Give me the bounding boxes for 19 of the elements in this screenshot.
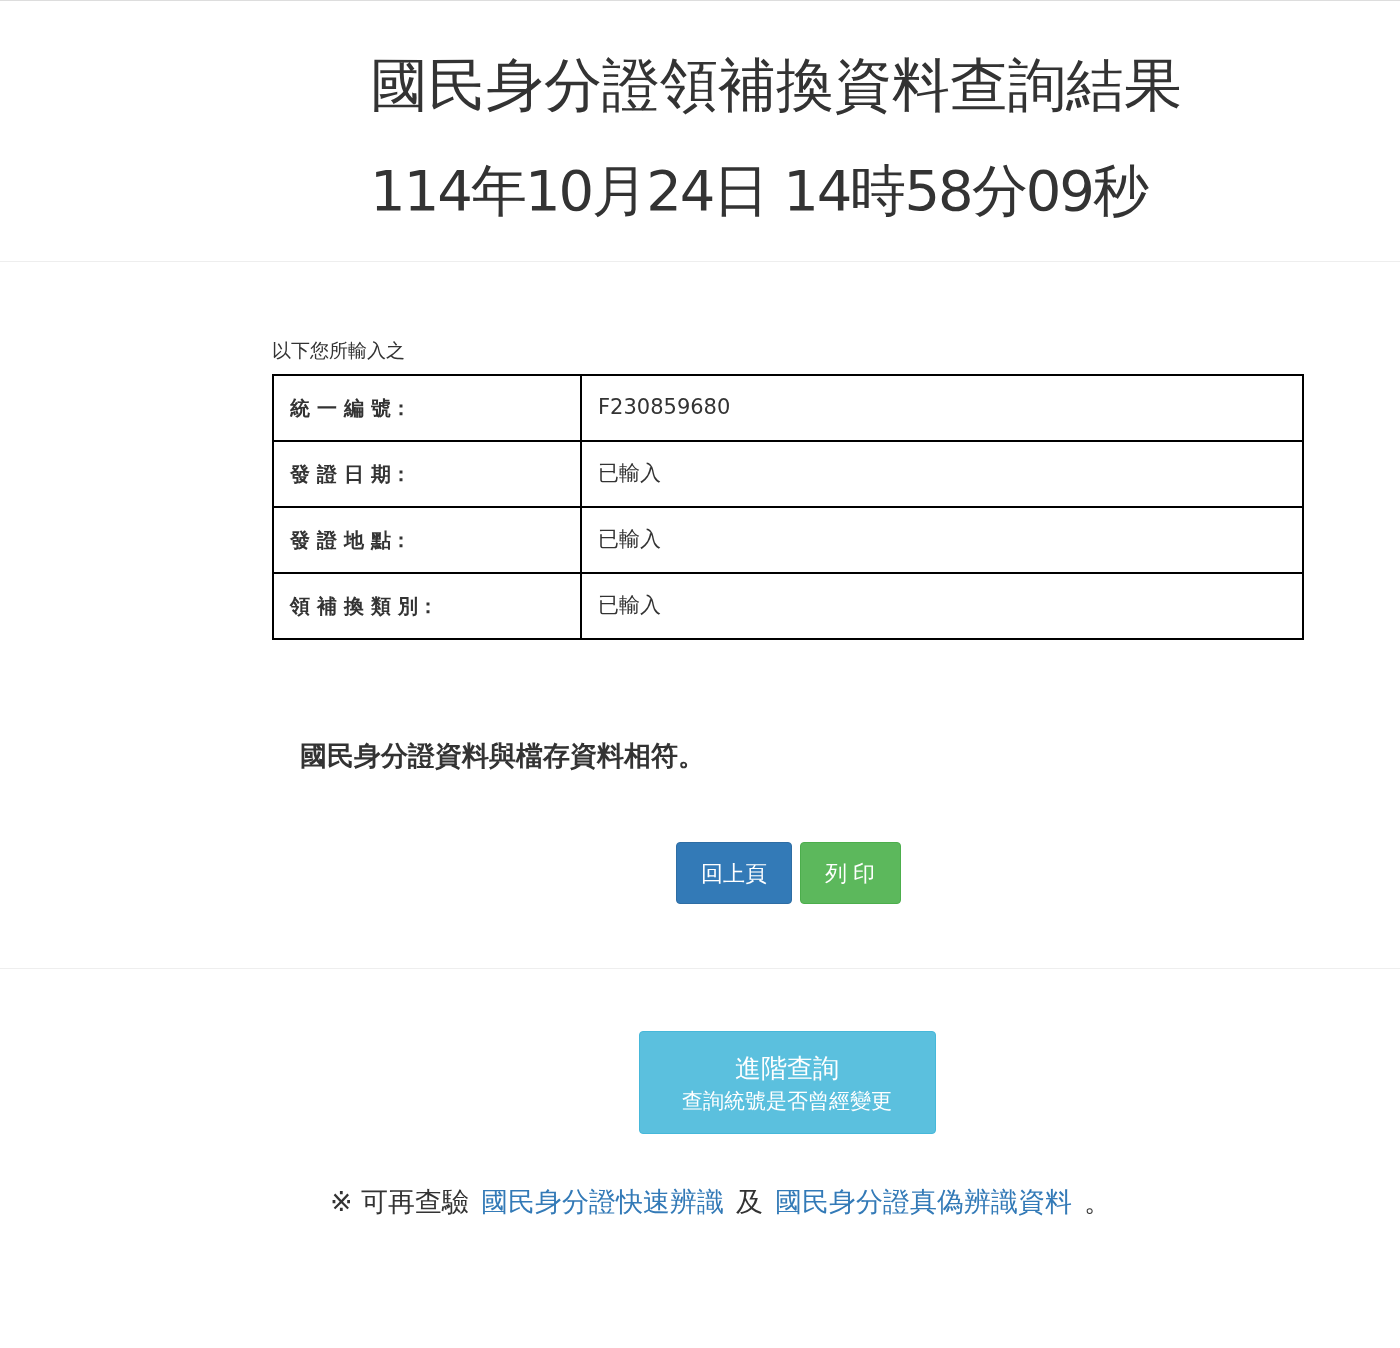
authenticity-link[interactable]: 國民身分證真偽辨識資料 <box>775 1182 1073 1223</box>
field-value: 已輸入 <box>581 507 1303 573</box>
field-value: 已輸入 <box>581 573 1303 639</box>
result-message: 國民身分證資料與檔存資料相符。 <box>299 739 706 773</box>
input-caption: 以下您所輸入之 <box>272 338 406 362</box>
footer-text: 及 <box>736 1185 764 1219</box>
field-label: 統 一 編 號： <box>273 375 581 441</box>
page-title: 國民身分證領補換資料查詢結果 <box>370 50 1183 121</box>
print-button[interactable]: 列 印 <box>799 842 901 904</box>
query-timestamp: 114年10月24日 14時58分09秒 <box>370 157 1149 225</box>
field-label: 發 證 日 期： <box>273 441 581 507</box>
field-value: 已輸入 <box>581 441 1303 507</box>
field-label: 發 證 地 點： <box>273 507 581 573</box>
field-label: 領 補 換 類 別： <box>273 573 581 639</box>
quick-check-link[interactable]: 國民身分證快速辨識 <box>481 1182 725 1223</box>
footer-text: 。 <box>1084 1185 1112 1219</box>
footer-text: ※ 可再查驗 <box>330 1185 470 1219</box>
back-button[interactable]: 回上頁 <box>675 842 792 904</box>
field-value: F230859680 <box>581 375 1303 441</box>
